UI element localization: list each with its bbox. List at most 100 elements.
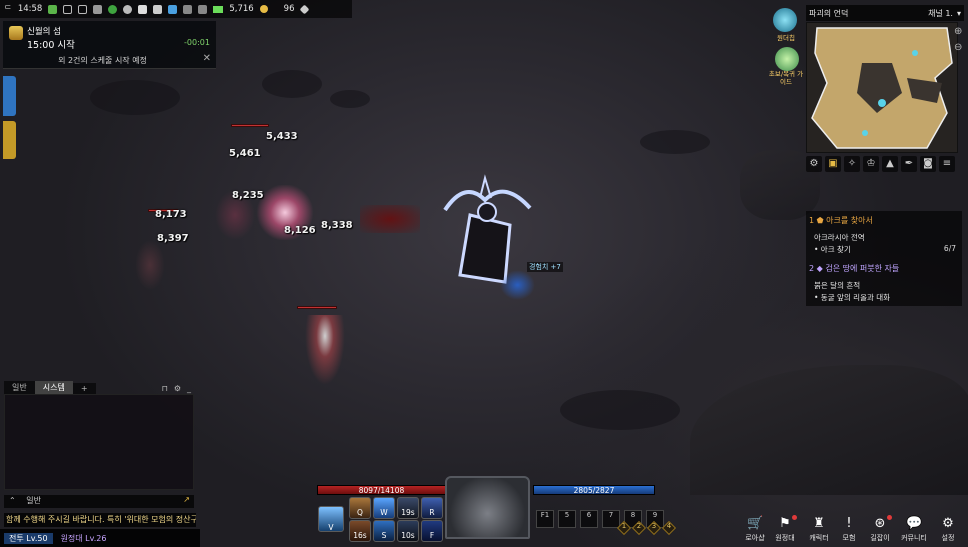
boat-icon[interactable] <box>168 4 178 14</box>
cauldron-icon[interactable] <box>138 4 148 14</box>
minimap[interactable] <box>806 22 958 153</box>
hp-bar: 8097/14108 <box>317 485 446 495</box>
enemy-monster[interactable] <box>305 315 345 385</box>
side-tab-timer[interactable] <box>3 76 16 116</box>
damage-number: 5,433 <box>266 131 298 142</box>
damage-number: 8,235 <box>232 190 264 201</box>
chat-input[interactable]: ⌃ 일반 ↗ <box>4 495 194 508</box>
skill-slot-s[interactable]: S <box>373 520 395 542</box>
chat-tab-system[interactable]: 시스템 <box>34 381 73 394</box>
chat-tabs: 일반 시스템 + ⊓ ⚙ _ <box>4 380 194 394</box>
quest-tracker: 1 ⬟ 아크를 찾아서 아크라시아 전역 • 아크 찾기 6/7 2 ◆ 검은 … <box>806 211 962 306</box>
menu-settings-button[interactable]: ⚙ 설정 <box>932 516 964 543</box>
guide-button[interactable] <box>775 47 799 71</box>
menu-expedition-button[interactable]: ⚑ 원정대 <box>769 516 801 543</box>
mp-max: 2827 <box>595 486 615 495</box>
combat-level[interactable]: 전투 Lv.50 <box>4 532 53 544</box>
chevron-up-icon[interactable]: ⌃ <box>9 496 16 505</box>
minimap-terrain <box>811 27 953 149</box>
damage-number: 5,461 <box>229 148 261 159</box>
quest-title: 아크를 찾아서 <box>826 216 873 225</box>
menu-icon[interactable]: ≡ <box>939 156 955 172</box>
enemy-hp-bar <box>231 124 269 127</box>
feather-icon[interactable]: ✒ <box>901 156 917 172</box>
quest-item[interactable]: 1 ⬟ 아크를 찾아서 아크라시아 전역 • 아크 찾기 6/7 <box>806 215 962 255</box>
zoom-out-icon[interactable]: ⊖ <box>954 42 962 53</box>
quest-title: 검은 땅에 퍼붓한 자들 <box>825 264 900 273</box>
chat-log[interactable] <box>4 394 194 490</box>
calendar-icon[interactable] <box>48 4 58 14</box>
chat-tab-add[interactable]: + <box>72 383 96 394</box>
character-portrait[interactable] <box>445 476 530 539</box>
camera-icon[interactable]: ◙ <box>920 156 936 172</box>
chevron-down-icon[interactable]: ▾ <box>957 9 961 18</box>
menu-adventure-button[interactable]: ! 모험 <box>833 516 865 543</box>
skill-slot-w[interactable]: W <box>373 497 395 519</box>
expedition-level[interactable]: 원정대 Lv.26 <box>61 533 107 544</box>
quick-slot[interactable]: F1 <box>536 510 554 528</box>
mp-current: 2805 <box>573 486 593 495</box>
crossed-swords-icon[interactable] <box>153 4 163 14</box>
expand-icon[interactable]: ↗ <box>183 495 190 504</box>
close-icon[interactable]: ✕ <box>203 53 211 64</box>
menu-character-button[interactable]: ♜ 캐릭터 <box>803 516 835 543</box>
damage-number: 8,173 <box>155 209 187 220</box>
gift-icon[interactable]: ▣ <box>825 156 841 172</box>
quick-slot[interactable]: 7 <box>602 510 620 528</box>
minimap-panel: 파괴의 언덕 채널 1. ▾ ⚙ ▣ ✧ ♔ ▲ ✒ ◙ ≡ <box>806 5 964 175</box>
clock-time: 14:58 <box>17 4 43 14</box>
skill-slot-d[interactable]: 10s <box>397 520 419 542</box>
menu-community-button[interactable]: 💬 커뮤니티 <box>898 516 930 543</box>
quest-item[interactable]: 2 ◆ 검은 땅에 퍼붓한 자들 붉은 달의 흔적 • 동굴 앞의 리올과 대화 <box>806 263 962 303</box>
home-icon[interactable] <box>198 4 208 14</box>
gear-icon[interactable]: ⚙ <box>806 156 822 172</box>
helmet-icon: ♜ <box>813 516 825 531</box>
speech-icon: 💬 <box>906 516 923 531</box>
chat-panel: 일반 시스템 + ⊓ ⚙ _ <box>4 380 194 492</box>
crown-icon[interactable]: ♔ <box>863 156 879 172</box>
cliff <box>690 365 968 495</box>
wonder-chip-button[interactable] <box>773 8 797 32</box>
side-tab-event[interactable] <box>3 121 16 159</box>
skill-slot-q[interactable]: Q <box>349 497 371 519</box>
pet-icon[interactable] <box>123 4 133 14</box>
bottom-status-bar: 전투 Lv.50 원정대 Lv.26 <box>0 529 200 547</box>
quest-region: 아크라시아 전역 <box>814 233 865 242</box>
skill-slot-r[interactable]: R <box>421 497 443 519</box>
schedule-more: 외 2건의 스케줄 시작 예정 <box>58 56 147 65</box>
bag-icon[interactable] <box>183 4 193 14</box>
quick-slot[interactable]: 6 <box>580 510 598 528</box>
minimize-icon[interactable]: _ <box>184 383 194 394</box>
rock <box>262 70 322 98</box>
wing-icon[interactable] <box>93 4 103 14</box>
identity-skill[interactable]: V <box>318 506 344 532</box>
menu-shop-button[interactable]: 🛒 로아샵 <box>739 516 771 543</box>
schedule-countdown: -00:01 <box>184 38 210 47</box>
chat-tab-general[interactable]: 일반 <box>4 381 35 394</box>
enemy-hp-bar <box>297 306 337 309</box>
top-status-bar: ᄃ 14:58 5,716 96 <box>0 0 352 18</box>
compass-icon[interactable]: ✧ <box>844 156 860 172</box>
chart-icon[interactable]: ▲ <box>882 156 898 172</box>
menu-guide-button[interactable]: ⊛ 길잡이 <box>864 516 896 543</box>
mail-icon[interactable] <box>63 4 73 14</box>
rock <box>640 130 710 154</box>
gold-coin-icon <box>259 5 268 13</box>
blood-splatter <box>360 205 420 233</box>
schedule-notification[interactable]: 신월의 섬 15:00 시작 -00:01 외 2건의 스케줄 시작 예정 ✕ <box>3 21 216 69</box>
gear-icon[interactable]: ⚙ <box>171 383 184 394</box>
mp-bar: 2805/2827 <box>533 485 655 495</box>
quick-slot[interactable]: 5 <box>558 510 576 528</box>
skill-slot-e[interactable]: 19s <box>397 497 419 519</box>
quest-number: 2 <box>809 264 815 273</box>
channel-select[interactable]: 채널 1. <box>928 8 953 19</box>
zoom-in-icon[interactable]: ⊕ <box>954 26 962 37</box>
skill-slot-a[interactable]: 16s <box>349 520 371 542</box>
banner-icon: ⚑ <box>779 516 791 531</box>
news-icon[interactable] <box>78 4 88 14</box>
skill-slot-f[interactable]: F <box>421 520 443 542</box>
enemy-monster[interactable] <box>135 240 165 290</box>
chat-channel[interactable]: 일반 <box>26 496 41 505</box>
lock-icon[interactable]: ⊓ <box>159 383 171 394</box>
shield-icon[interactable] <box>108 4 118 14</box>
